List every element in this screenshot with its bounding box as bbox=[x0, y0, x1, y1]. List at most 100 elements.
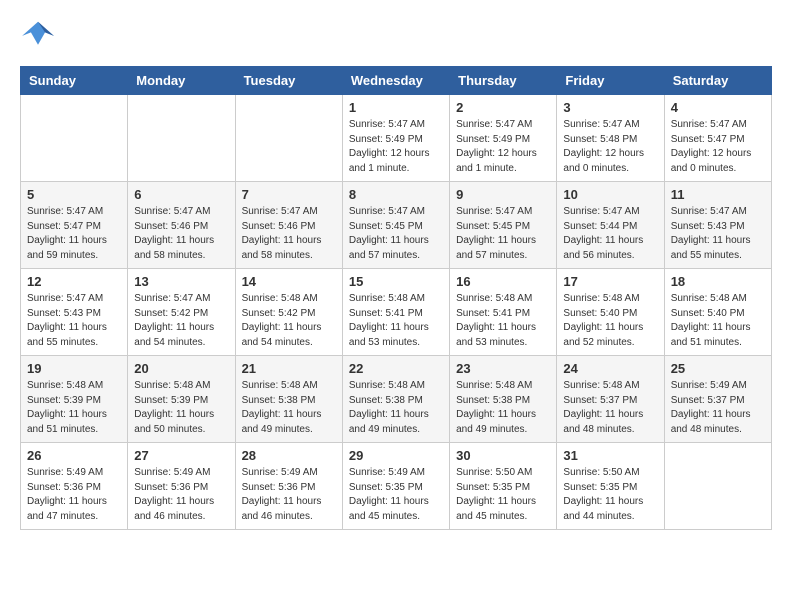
day-info: Sunrise: 5:50 AMSunset: 5:35 PMDaylight:… bbox=[563, 466, 657, 524]
day-number: 7 bbox=[242, 187, 336, 202]
day-info: Sunrise: 5:49 AMSunset: 5:36 PMDaylight:… bbox=[134, 466, 228, 524]
day-number: 6 bbox=[134, 187, 228, 202]
day-info: Sunrise: 5:48 AMSunset: 5:40 PMDaylight:… bbox=[671, 292, 765, 350]
day-info: Sunrise: 5:49 AMSunset: 5:35 PMDaylight:… bbox=[349, 466, 443, 524]
day-number: 13 bbox=[134, 274, 228, 289]
calendar-table: SundayMondayTuesdayWednesdayThursdayFrid… bbox=[20, 66, 772, 530]
day-info: Sunrise: 5:48 AMSunset: 5:38 PMDaylight:… bbox=[456, 379, 550, 437]
day-number: 10 bbox=[563, 187, 657, 202]
calendar-cell bbox=[21, 95, 128, 182]
day-info: Sunrise: 5:47 AMSunset: 5:46 PMDaylight:… bbox=[134, 205, 228, 263]
day-header-sunday: Sunday bbox=[21, 67, 128, 95]
day-number: 4 bbox=[671, 100, 765, 115]
page-header bbox=[20, 20, 772, 50]
calendar-cell: 3 Sunrise: 5:47 AMSunset: 5:48 PMDaylight… bbox=[557, 95, 664, 182]
calendar-cell: 7 Sunrise: 5:47 AMSunset: 5:46 PMDaylight… bbox=[235, 182, 342, 269]
day-info: Sunrise: 5:47 AMSunset: 5:43 PMDaylight:… bbox=[27, 292, 121, 350]
day-info: Sunrise: 5:48 AMSunset: 5:41 PMDaylight:… bbox=[349, 292, 443, 350]
day-number: 11 bbox=[671, 187, 765, 202]
day-info: Sunrise: 5:47 AMSunset: 5:44 PMDaylight:… bbox=[563, 205, 657, 263]
day-info: Sunrise: 5:48 AMSunset: 5:37 PMDaylight:… bbox=[563, 379, 657, 437]
calendar-cell bbox=[664, 443, 771, 530]
day-number: 3 bbox=[563, 100, 657, 115]
day-info: Sunrise: 5:47 AMSunset: 5:47 PMDaylight:… bbox=[27, 205, 121, 263]
calendar-cell: 30 Sunrise: 5:50 AMSunset: 5:35 PMDayligh… bbox=[450, 443, 557, 530]
calendar-cell bbox=[128, 95, 235, 182]
day-number: 29 bbox=[349, 448, 443, 463]
day-info: Sunrise: 5:47 AMSunset: 5:48 PMDaylight:… bbox=[563, 118, 657, 176]
calendar-cell: 4 Sunrise: 5:47 AMSunset: 5:47 PMDaylight… bbox=[664, 95, 771, 182]
calendar-cell: 29 Sunrise: 5:49 AMSunset: 5:35 PMDayligh… bbox=[342, 443, 449, 530]
calendar-cell: 14 Sunrise: 5:48 AMSunset: 5:42 PMDayligh… bbox=[235, 269, 342, 356]
day-number: 1 bbox=[349, 100, 443, 115]
calendar-cell: 13 Sunrise: 5:47 AMSunset: 5:42 PMDayligh… bbox=[128, 269, 235, 356]
calendar-cell: 6 Sunrise: 5:47 AMSunset: 5:46 PMDaylight… bbox=[128, 182, 235, 269]
day-info: Sunrise: 5:47 AMSunset: 5:46 PMDaylight:… bbox=[242, 205, 336, 263]
day-number: 15 bbox=[349, 274, 443, 289]
day-info: Sunrise: 5:49 AMSunset: 5:37 PMDaylight:… bbox=[671, 379, 765, 437]
calendar-cell: 5 Sunrise: 5:47 AMSunset: 5:47 PMDaylight… bbox=[21, 182, 128, 269]
day-number: 21 bbox=[242, 361, 336, 376]
day-info: Sunrise: 5:50 AMSunset: 5:35 PMDaylight:… bbox=[456, 466, 550, 524]
calendar-cell: 19 Sunrise: 5:48 AMSunset: 5:39 PMDayligh… bbox=[21, 356, 128, 443]
day-header-thursday: Thursday bbox=[450, 67, 557, 95]
day-info: Sunrise: 5:48 AMSunset: 5:38 PMDaylight:… bbox=[242, 379, 336, 437]
day-number: 25 bbox=[671, 361, 765, 376]
calendar-cell: 11 Sunrise: 5:47 AMSunset: 5:43 PMDayligh… bbox=[664, 182, 771, 269]
calendar-cell bbox=[235, 95, 342, 182]
day-info: Sunrise: 5:47 AMSunset: 5:45 PMDaylight:… bbox=[349, 205, 443, 263]
week-row-1: 1 Sunrise: 5:47 AMSunset: 5:49 PMDaylight… bbox=[21, 95, 772, 182]
calendar-cell: 1 Sunrise: 5:47 AMSunset: 5:49 PMDaylight… bbox=[342, 95, 449, 182]
day-info: Sunrise: 5:47 AMSunset: 5:45 PMDaylight:… bbox=[456, 205, 550, 263]
day-info: Sunrise: 5:48 AMSunset: 5:42 PMDaylight:… bbox=[242, 292, 336, 350]
day-number: 5 bbox=[27, 187, 121, 202]
day-number: 22 bbox=[349, 361, 443, 376]
calendar-cell: 16 Sunrise: 5:48 AMSunset: 5:41 PMDayligh… bbox=[450, 269, 557, 356]
day-info: Sunrise: 5:48 AMSunset: 5:41 PMDaylight:… bbox=[456, 292, 550, 350]
logo bbox=[20, 20, 62, 50]
week-row-5: 26 Sunrise: 5:49 AMSunset: 5:36 PMDayligh… bbox=[21, 443, 772, 530]
calendar-cell: 23 Sunrise: 5:48 AMSunset: 5:38 PMDayligh… bbox=[450, 356, 557, 443]
day-info: Sunrise: 5:48 AMSunset: 5:38 PMDaylight:… bbox=[349, 379, 443, 437]
calendar-cell: 27 Sunrise: 5:49 AMSunset: 5:36 PMDayligh… bbox=[128, 443, 235, 530]
day-info: Sunrise: 5:47 AMSunset: 5:42 PMDaylight:… bbox=[134, 292, 228, 350]
day-info: Sunrise: 5:47 AMSunset: 5:49 PMDaylight:… bbox=[349, 118, 443, 176]
day-number: 19 bbox=[27, 361, 121, 376]
day-number: 9 bbox=[456, 187, 550, 202]
day-number: 26 bbox=[27, 448, 121, 463]
calendar-cell: 17Sunrise: 5:48 AMSunset: 5:40 PMDayligh… bbox=[557, 269, 664, 356]
day-info: Sunrise: 5:47 AMSunset: 5:43 PMDaylight:… bbox=[671, 205, 765, 263]
calendar-cell: 26 Sunrise: 5:49 AMSunset: 5:36 PMDayligh… bbox=[21, 443, 128, 530]
calendar-cell: 8 Sunrise: 5:47 AMSunset: 5:45 PMDaylight… bbox=[342, 182, 449, 269]
calendar-cell: 28 Sunrise: 5:49 AMSunset: 5:36 PMDayligh… bbox=[235, 443, 342, 530]
week-row-4: 19 Sunrise: 5:48 AMSunset: 5:39 PMDayligh… bbox=[21, 356, 772, 443]
day-header-tuesday: Tuesday bbox=[235, 67, 342, 95]
day-number: 24 bbox=[563, 361, 657, 376]
week-row-3: 12Sunrise: 5:47 AMSunset: 5:43 PMDayligh… bbox=[21, 269, 772, 356]
day-number: 14 bbox=[242, 274, 336, 289]
calendar-cell: 12Sunrise: 5:47 AMSunset: 5:43 PMDayligh… bbox=[21, 269, 128, 356]
day-info: Sunrise: 5:48 AMSunset: 5:39 PMDaylight:… bbox=[27, 379, 121, 437]
week-row-2: 5 Sunrise: 5:47 AMSunset: 5:47 PMDaylight… bbox=[21, 182, 772, 269]
day-info: Sunrise: 5:47 AMSunset: 5:47 PMDaylight:… bbox=[671, 118, 765, 176]
day-number: 16 bbox=[456, 274, 550, 289]
day-header-wednesday: Wednesday bbox=[342, 67, 449, 95]
calendar-cell: 25 Sunrise: 5:49 AMSunset: 5:37 PMDayligh… bbox=[664, 356, 771, 443]
day-number: 27 bbox=[134, 448, 228, 463]
calendar-cell: 21 Sunrise: 5:48 AMSunset: 5:38 PMDayligh… bbox=[235, 356, 342, 443]
day-info: Sunrise: 5:47 AMSunset: 5:49 PMDaylight:… bbox=[456, 118, 550, 176]
day-number: 28 bbox=[242, 448, 336, 463]
day-info: Sunrise: 5:49 AMSunset: 5:36 PMDaylight:… bbox=[27, 466, 121, 524]
day-header-monday: Monday bbox=[128, 67, 235, 95]
day-info: Sunrise: 5:49 AMSunset: 5:36 PMDaylight:… bbox=[242, 466, 336, 524]
day-number: 31 bbox=[563, 448, 657, 463]
day-number: 23 bbox=[456, 361, 550, 376]
day-number: 30 bbox=[456, 448, 550, 463]
calendar-cell: 2Sunrise: 5:47 AMSunset: 5:49 PMDaylight… bbox=[450, 95, 557, 182]
calendar-header-row: SundayMondayTuesdayWednesdayThursdayFrid… bbox=[21, 67, 772, 95]
calendar-cell: 15 Sunrise: 5:48 AMSunset: 5:41 PMDayligh… bbox=[342, 269, 449, 356]
calendar-cell: 10 Sunrise: 5:47 AMSunset: 5:44 PMDayligh… bbox=[557, 182, 664, 269]
day-number: 8 bbox=[349, 187, 443, 202]
day-number: 17 bbox=[563, 274, 657, 289]
logo-icon bbox=[20, 20, 56, 50]
